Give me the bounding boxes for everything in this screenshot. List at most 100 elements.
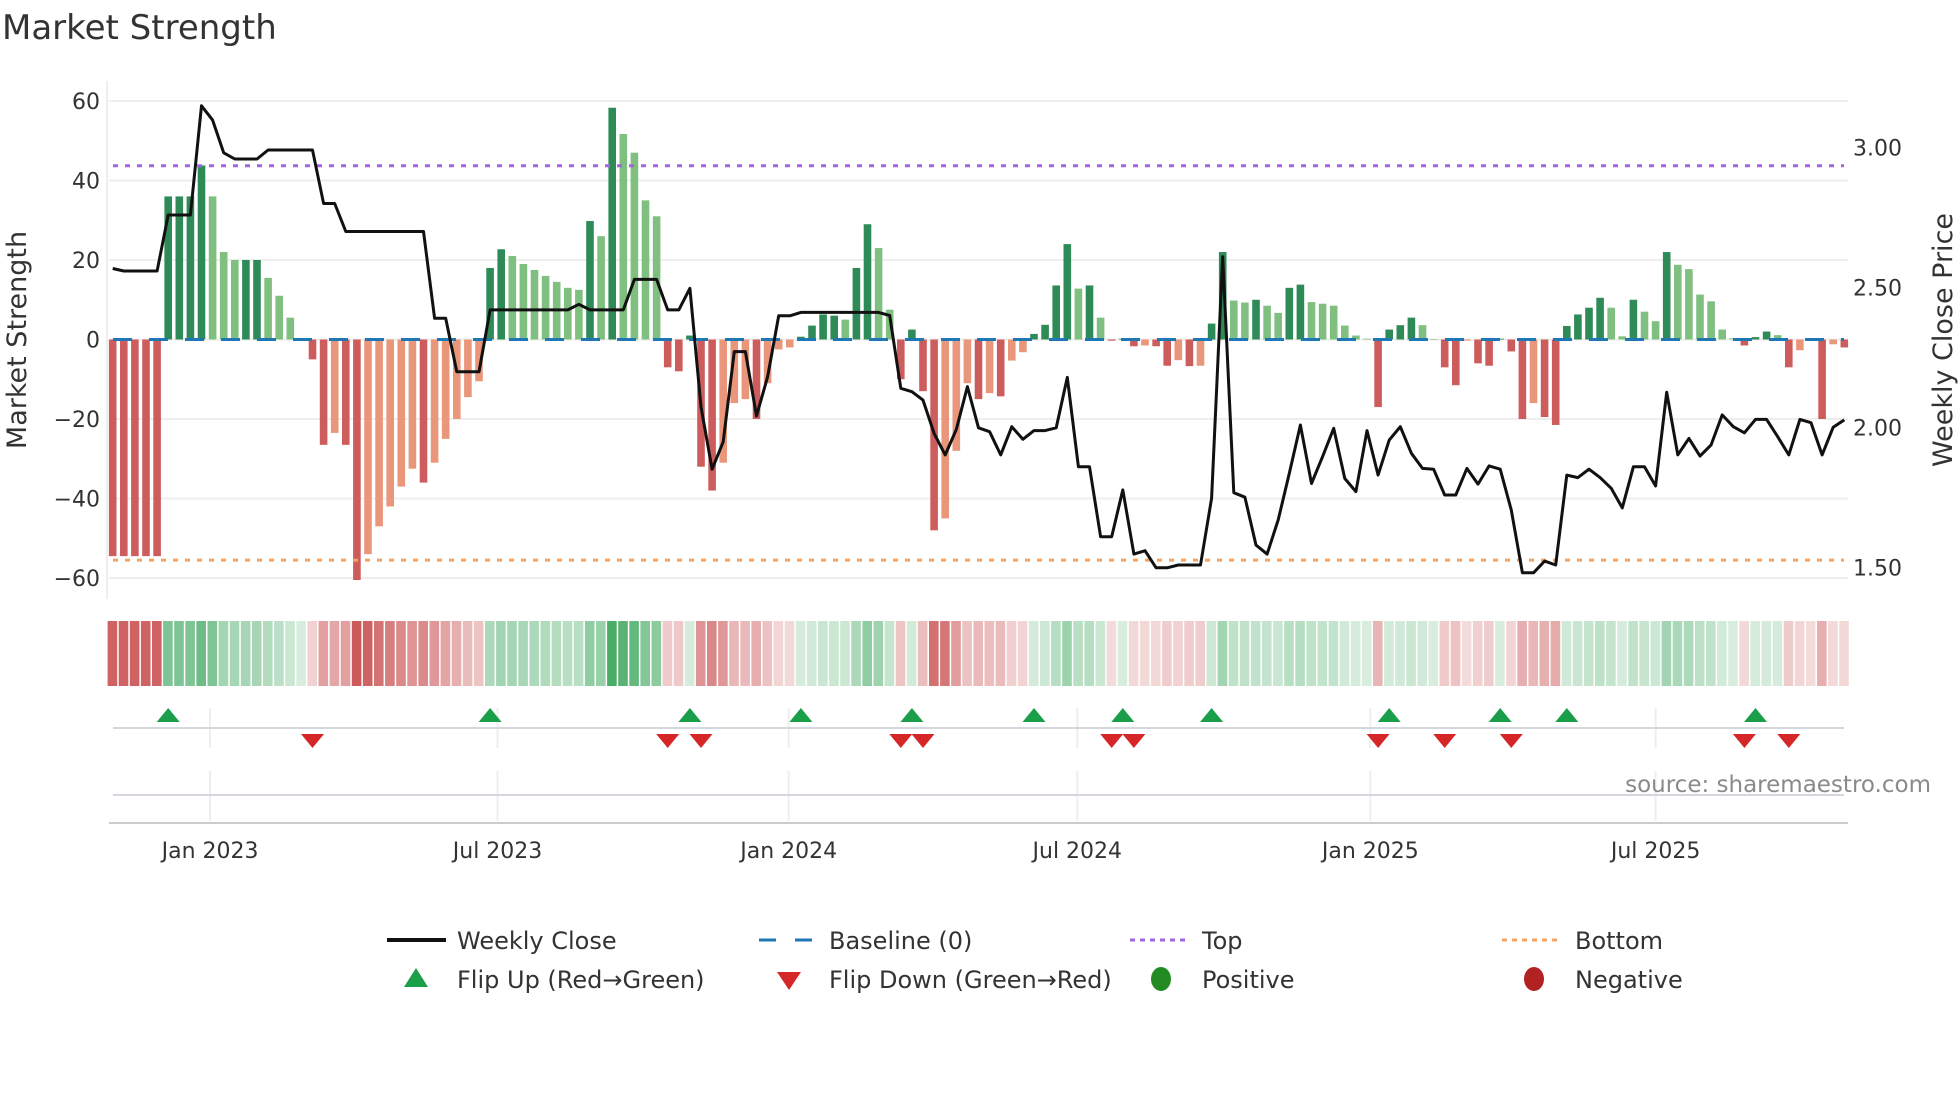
strength-bar	[342, 339, 350, 445]
strip-cell	[1084, 621, 1094, 686]
legend: Weekly Close Baseline (0) Top Bottom Fli…	[387, 927, 1683, 994]
strength-bar	[419, 339, 428, 483]
strength-bar	[1263, 305, 1271, 340]
strip-cell	[1117, 621, 1128, 686]
strength-bar	[131, 339, 139, 557]
strength-bar	[1363, 338, 1371, 340]
strip-cell	[1506, 621, 1516, 686]
strip-cell	[107, 621, 118, 686]
strip-cell	[1006, 621, 1017, 686]
strength-bar	[1418, 325, 1427, 340]
legend-label: Flip Up (Red→Green)	[457, 966, 705, 994]
strip-cell	[773, 621, 784, 686]
strip-cell	[596, 621, 606, 686]
strip-cell	[451, 621, 462, 686]
strip-cell	[440, 621, 451, 686]
strength-bar	[1096, 317, 1105, 340]
strength-bar	[453, 339, 461, 419]
left-tick-label: −40	[54, 488, 100, 513]
left-tick-label: −60	[54, 567, 100, 592]
strength-bar	[1574, 314, 1582, 340]
legend-weekly-close: Weekly Close	[387, 927, 617, 955]
legend-label: Weekly Close	[457, 927, 617, 955]
strip-cell	[118, 621, 129, 686]
strip-cell	[851, 621, 861, 686]
flip-markers-panel	[109, 708, 1848, 824]
strength-bar	[1285, 287, 1294, 340]
strength-bar	[1274, 312, 1282, 340]
strength-bar	[1163, 339, 1171, 366]
strength-bar	[564, 287, 572, 340]
strip-cell	[1783, 621, 1794, 686]
strength-bar	[1185, 339, 1194, 367]
strength-bar	[874, 248, 883, 340]
strip-cell	[1406, 621, 1416, 686]
strip-cell	[751, 621, 761, 686]
strength-bar	[1085, 285, 1094, 340]
strip-cell	[1284, 621, 1294, 686]
strength-bar	[1252, 299, 1260, 340]
strip-cell	[1173, 621, 1183, 686]
strip-cell	[418, 621, 428, 686]
strength-bar	[264, 277, 272, 340]
strip-cell	[618, 621, 628, 686]
strength-bar	[675, 339, 683, 372]
strip-cell	[1184, 621, 1194, 686]
strip-cell	[1550, 621, 1561, 686]
strength-bar	[1674, 264, 1682, 340]
strength-bar	[652, 216, 661, 340]
strip-cell	[1228, 621, 1239, 686]
strip-cell	[1395, 621, 1405, 686]
flip-up-marker	[1488, 708, 1512, 722]
strength-bar	[1463, 339, 1471, 341]
strength-bar	[231, 260, 239, 340]
strip-cell	[240, 621, 251, 686]
x-tick-label: Jul 2025	[1609, 839, 1701, 864]
strip-cell	[873, 621, 884, 686]
strength-bar	[1540, 339, 1549, 418]
right-tick-label: 3.00	[1853, 137, 1902, 162]
strip-cell	[307, 621, 317, 686]
strength-bar	[996, 339, 1005, 397]
strip-cell	[1017, 621, 1028, 686]
strip-cell	[229, 621, 240, 686]
strip-cell	[1595, 621, 1605, 686]
strip-cell	[607, 621, 617, 686]
strip-cell	[1439, 621, 1450, 686]
strip-cell	[1761, 621, 1772, 686]
right-tick-label: 1.50	[1853, 557, 1902, 582]
left-tick-label: 20	[72, 249, 100, 274]
strength-bar	[663, 339, 672, 368]
strength-bar	[1396, 325, 1405, 340]
right-tick-label: 2.50	[1853, 277, 1902, 302]
strength-bar	[985, 339, 994, 394]
strength-bar	[275, 295, 283, 340]
strength-bar	[1052, 285, 1060, 340]
x-tick-label: Jan 2025	[1320, 839, 1419, 864]
strength-bar	[1429, 339, 1438, 340]
flip-up-marker	[1200, 708, 1224, 722]
legend-top: Top	[1130, 927, 1243, 955]
strength-bar	[1529, 339, 1538, 404]
legend-label: Bottom	[1575, 927, 1663, 955]
strength-bar	[386, 339, 394, 507]
legend-label: Positive	[1202, 966, 1295, 994]
strip-cell	[485, 621, 495, 686]
left-tick-label: −20	[54, 408, 100, 433]
flip-down-marker	[1499, 734, 1523, 748]
x-tick-label: Jul 2024	[1031, 839, 1123, 864]
strip-cell	[140, 621, 151, 686]
strip-cell	[1062, 621, 1072, 686]
strip-cell	[1717, 621, 1727, 686]
strength-bar	[1207, 323, 1216, 340]
strip-cell	[1428, 621, 1439, 686]
strip-cell	[1317, 621, 1328, 686]
strip-cell	[806, 621, 817, 686]
strength-bar	[1440, 339, 1449, 368]
left-tick-label: 40	[72, 170, 100, 195]
strength-bar	[375, 339, 383, 527]
strip-cell	[1106, 621, 1117, 686]
strip-cell	[1195, 621, 1205, 686]
strength-bar	[1829, 339, 1837, 345]
strip-cell	[1073, 621, 1083, 686]
